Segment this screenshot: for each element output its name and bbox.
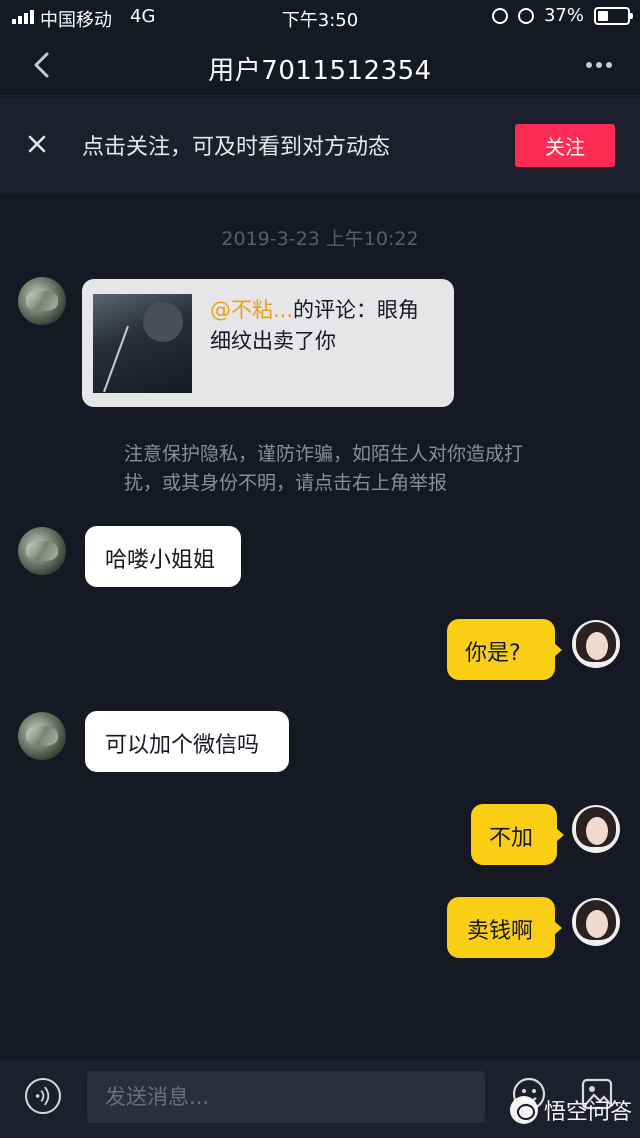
alarm-icon: [517, 7, 534, 24]
my-avatar[interactable]: [572, 805, 620, 853]
sender-avatar[interactable]: [18, 527, 66, 575]
status-bar: 中国移动 4G 下午3:50 37%: [0, 0, 640, 36]
message-input[interactable]: [87, 1071, 485, 1123]
shared-video-thumbnail: [93, 294, 192, 393]
message-timestamp: 2019-3-23 上午10:22: [221, 228, 419, 250]
status-right: 37%: [491, 5, 633, 26]
follow-banner: 点击关注，可及时看到对方动态 关注: [0, 97, 640, 193]
rotation-lock-icon: [491, 7, 508, 24]
nav-bar: 用户7011512354: [0, 36, 640, 96]
watermark-text: 悟空问答: [544, 1100, 633, 1125]
message-text: 卖钱啊: [467, 919, 534, 944]
sender-avatar[interactable]: [18, 277, 66, 325]
wukong-logo-icon: [510, 1096, 538, 1124]
shared-comment-text: @不粘...的评论：眼角细纹出卖了你: [210, 295, 440, 357]
safety-notice: 注意保护隐私，谨防诈骗，如陌生人对你造成打扰，或其身份不明，请点击右上角举报: [124, 443, 524, 494]
message-text: 哈喽小姐姐: [105, 548, 216, 573]
battery-fill: [598, 10, 608, 21]
message-text: 不加: [489, 826, 534, 851]
message-bubble-outgoing: 卖钱啊: [447, 897, 562, 958]
message-bubble-incoming: 哈喽小姐姐: [85, 526, 241, 587]
message-bubble-outgoing: 你是?: [447, 619, 562, 680]
more-options-icon[interactable]: [586, 62, 612, 68]
close-icon[interactable]: [26, 133, 48, 155]
mention-link[interactable]: @不粘...: [210, 298, 293, 322]
message-text: 可以加个微信吗: [105, 733, 260, 758]
message-bubble-outgoing: 不加: [471, 804, 564, 865]
chat-title: 用户7011512354: [208, 56, 432, 86]
follow-button[interactable]: 关注: [515, 124, 615, 167]
battery-icon: [594, 6, 633, 25]
my-avatar[interactable]: [572, 898, 620, 946]
my-avatar[interactable]: [572, 620, 620, 668]
message-text: 你是?: [465, 641, 521, 666]
voice-icon[interactable]: [25, 1078, 61, 1114]
sender-avatar[interactable]: [18, 712, 66, 760]
shared-comment-card[interactable]: @不粘...的评论：眼角细纹出卖了你: [82, 279, 454, 407]
follow-prompt-text: 点击关注，可及时看到对方动态: [82, 135, 391, 160]
watermark: 悟空问答: [510, 1094, 632, 1126]
message-bubble-incoming: 可以加个微信吗: [85, 711, 289, 772]
battery-percent: 37%: [543, 5, 584, 26]
